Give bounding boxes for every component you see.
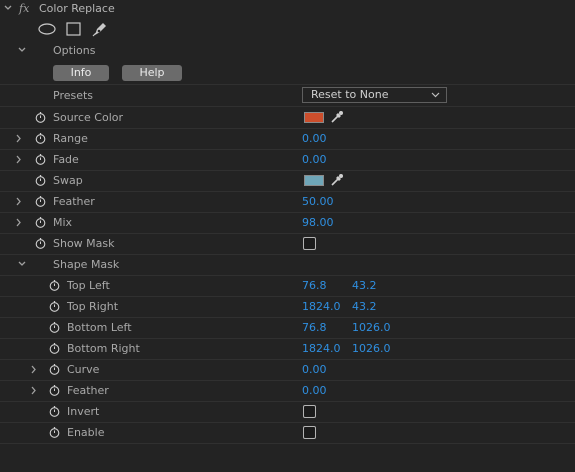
options-chevron-icon[interactable] [17,40,27,61]
ellipse-mask-icon[interactable] [38,23,56,35]
feather-label: Feather [53,195,95,208]
shape-mask-chevron-icon[interactable] [17,254,27,275]
eyedropper-icon[interactable] [330,110,344,124]
curve-chevron-icon[interactable] [29,359,39,380]
stopwatch-icon[interactable] [49,384,60,396]
show-mask-checkbox[interactable] [303,237,316,250]
top-right-label: Top Right [67,300,119,313]
fade-value[interactable]: 0.00 [302,149,327,170]
range-value[interactable]: 0.00 [302,128,327,149]
enable-checkbox[interactable] [303,426,316,439]
show-mask-label: Show Mask [53,237,115,250]
mask-tools-row [0,19,575,40]
stopwatch-icon[interactable] [35,132,46,144]
bottom-left-label: Bottom Left [67,321,132,334]
stopwatch-icon[interactable] [35,237,46,249]
bottom-right-row: Bottom Right 1824.0 1026.0 [0,338,575,360]
swap-color-swatch[interactable] [304,175,324,186]
bottom-right-y-value[interactable]: 1026.0 [352,338,391,359]
range-chevron-icon[interactable] [14,128,24,149]
mix-row: Mix 98.00 [0,212,575,234]
help-button[interactable]: Help [122,65,182,81]
presets-row: Presets Reset to None [0,85,575,107]
bottom-right-x-value[interactable]: 1824.0 [302,338,341,359]
range-label: Range [53,132,88,145]
enable-label: Enable [67,426,105,439]
swap-row: Swap [0,170,575,192]
stopwatch-icon[interactable] [35,111,46,123]
presets-label: Presets [53,89,94,102]
shape-mask-label: Shape Mask [53,258,120,271]
feather-chevron-icon[interactable] [14,191,24,212]
chevron-down-icon [431,88,440,107]
mix-value[interactable]: 98.00 [302,212,334,233]
fade-row: Fade 0.00 [0,149,575,171]
top-left-x-value[interactable]: 76.8 [302,275,327,296]
bottom-left-y-value[interactable]: 1026.0 [352,317,391,338]
range-row: Range 0.00 [0,128,575,150]
curve-label: Curve [67,363,100,376]
enable-row: Enable [0,422,575,444]
pen-mask-icon[interactable] [92,21,108,37]
show-mask-row: Show Mask [0,233,575,255]
source-color-row: Source Color [0,107,575,129]
invert-checkbox[interactable] [303,405,316,418]
options-row: Options [0,40,575,61]
mask-feather-row: Feather 0.00 [0,380,575,402]
stopwatch-icon[interactable] [35,174,46,186]
fx-toggle[interactable]: fx [19,0,29,19]
stopwatch-icon[interactable] [49,342,60,354]
mask-feather-value[interactable]: 0.00 [302,380,327,401]
stopwatch-icon[interactable] [49,300,60,312]
effect-name: Color Replace [39,2,115,15]
fade-chevron-icon[interactable] [14,149,24,170]
curve-row: Curve 0.00 [0,359,575,381]
fade-label: Fade [53,153,79,166]
invert-label: Invert [67,405,100,418]
mix-chevron-icon[interactable] [14,212,24,233]
feather-value[interactable]: 50.00 [302,191,334,212]
source-color-label: Source Color [53,111,123,124]
invert-row: Invert [0,401,575,423]
collapse-chevron-icon[interactable] [3,0,13,19]
mask-feather-chevron-icon[interactable] [29,380,39,401]
stopwatch-icon[interactable] [49,279,60,291]
top-left-y-value[interactable]: 43.2 [352,275,377,296]
presets-selected: Reset to None [311,88,389,101]
top-right-x-value[interactable]: 1824.0 [302,296,341,317]
top-right-y-value[interactable]: 43.2 [352,296,377,317]
mask-feather-label: Feather [67,384,109,397]
stopwatch-icon[interactable] [49,405,60,417]
rectangle-mask-icon[interactable] [66,22,81,36]
curve-value[interactable]: 0.00 [302,359,327,380]
bottom-left-row: Bottom Left 76.8 1026.0 [0,317,575,339]
stopwatch-icon[interactable] [35,153,46,165]
shape-mask-row: Shape Mask [0,254,575,276]
stopwatch-icon[interactable] [49,426,60,438]
stopwatch-icon[interactable] [49,321,60,333]
bottom-right-label: Bottom Right [67,342,140,355]
stopwatch-icon[interactable] [35,195,46,207]
swap-label: Swap [53,174,83,187]
mix-label: Mix [53,216,73,229]
top-right-row: Top Right 1824.0 43.2 [0,296,575,318]
options-buttons-row: Info Help [0,63,575,85]
source-color-swatch[interactable] [304,112,324,123]
eyedropper-icon[interactable] [330,173,344,187]
info-button[interactable]: Info [53,65,109,81]
top-left-row: Top Left 76.8 43.2 [0,275,575,297]
options-label: Options [53,44,96,57]
bottom-left-x-value[interactable]: 76.8 [302,317,327,338]
presets-dropdown[interactable]: Reset to None [302,87,447,103]
effect-header-row: fx Color Replace [0,0,575,21]
stopwatch-icon[interactable] [49,363,60,375]
feather-row: Feather 50.00 [0,191,575,213]
top-left-label: Top Left [67,279,110,292]
stopwatch-icon[interactable] [35,216,46,228]
